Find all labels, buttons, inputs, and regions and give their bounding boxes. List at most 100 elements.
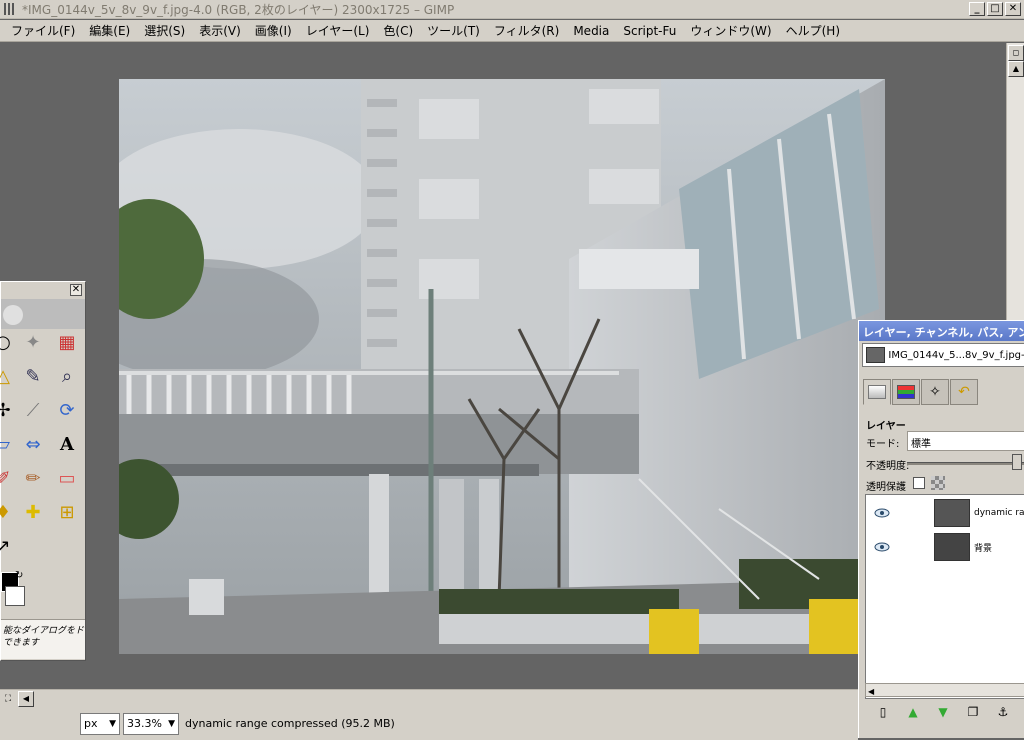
layer-name: 背景 <box>974 543 993 554</box>
menu-select[interactable]: 選択(S) <box>137 22 192 39</box>
menu-layer[interactable]: レイヤー(L) <box>299 22 377 39</box>
scissors-tool-icon[interactable]: △ <box>0 364 15 388</box>
undo-icon: ↶ <box>958 384 970 400</box>
zoom-fit-icon[interactable]: ◻ <box>1008 45 1024 61</box>
rotate-tool-icon[interactable]: ⟳ <box>55 398 79 422</box>
toolbox-hint-line1: 能なダイアログをド <box>3 626 85 636</box>
menu-edit[interactable]: 編集(E) <box>82 22 137 39</box>
lock-alpha-label: 透明保護 <box>866 482 906 493</box>
image-thumbnail <box>866 347 886 363</box>
paintbrush-tool-icon[interactable]: ✏ <box>21 466 45 490</box>
raise-layer-icon[interactable]: ▲ <box>903 703 923 721</box>
measure-tool-icon[interactable]: ⟋ <box>21 398 45 422</box>
text-tool-icon[interactable]: A <box>55 432 79 456</box>
channels-icon <box>897 385 915 399</box>
opacity-label: 不透明度: <box>866 461 910 472</box>
maximize-button[interactable]: □ <box>987 2 1003 16</box>
layer-thumbnail <box>934 499 970 527</box>
duplicate-layer-icon[interactable]: ❐ <box>963 703 983 721</box>
layer-list[interactable]: dynamic range compressed 背景 <box>865 494 1024 699</box>
layer-list-scrollbar[interactable]: ◀ <box>865 683 1024 697</box>
close-button[interactable]: ✕ <box>1005 2 1021 16</box>
visibility-eye-icon[interactable] <box>874 508 890 518</box>
zoom-value: 33.3% <box>127 717 162 730</box>
dock-title: レイヤー, チャンネル, パス, アンドゥ <box>859 321 1024 341</box>
scroll-up-arrow-icon[interactable]: ▲ <box>1008 61 1024 77</box>
layers-icon <box>868 385 886 399</box>
menu-image[interactable]: 画像(I) <box>248 22 299 39</box>
mode-selector[interactable]: 標準 <box>907 431 1024 451</box>
clone-tool-icon[interactable]: ⊞ <box>55 500 79 524</box>
wilber-eye-icon <box>3 305 23 325</box>
unit-value: px <box>84 717 98 730</box>
dropdown-arrow-icon: ▼ <box>109 718 116 729</box>
wilber-drop-area[interactable] <box>1 299 85 329</box>
lasso-tool-icon[interactable]: ○ <box>0 330 15 354</box>
fuzzy-select-tool-icon[interactable]: ✦ <box>21 330 45 354</box>
minimize-button[interactable]: _ <box>969 2 985 16</box>
dropdown-arrow-icon: ▼ <box>168 718 175 729</box>
menu-tools[interactable]: ツール(T) <box>420 22 487 39</box>
anchor-layer-icon[interactable]: ⚓ <box>993 703 1013 721</box>
image-canvas[interactable] <box>119 79 885 654</box>
menu-colors[interactable]: 色(C) <box>376 22 420 39</box>
airbrush-tool-icon[interactable]: ♦ <box>0 500 15 524</box>
mode-label: モード: <box>866 439 900 450</box>
toolbox-titlebar: ✕ <box>1 282 85 299</box>
layer-row[interactable]: dynamic range compressed <box>866 495 1024 531</box>
menu-view[interactable]: 表示(V) <box>192 22 248 39</box>
tab-paths[interactable]: ✧ <box>921 379 949 405</box>
color-picker-tool-icon[interactable]: ✎ <box>21 364 45 388</box>
gimp-app-icon <box>2 2 18 16</box>
layers-section-label: レイヤー <box>866 421 906 432</box>
new-layer-icon[interactable]: ▯ <box>873 703 893 721</box>
scroll-left-arrow-icon[interactable]: ◀ <box>18 690 34 707</box>
menu-file[interactable]: ファイル(F) <box>4 22 82 39</box>
shear-tool-icon[interactable]: ▱ <box>0 432 15 456</box>
opacity-slider-track[interactable] <box>907 462 1024 465</box>
image-selector[interactable]: IMG_0144v_5...8v_9v_f.jpg-4 <box>862 343 1024 367</box>
toolbox-dock-hint: 能なダイアログをド できます <box>1 619 85 659</box>
menu-windows[interactable]: ウィンドウ(W) <box>683 22 778 39</box>
transparency-icon <box>931 476 945 490</box>
zoom-selector[interactable]: 33.3% ▼ <box>123 712 179 735</box>
select-by-color-tool-icon[interactable]: ▦ <box>55 330 79 354</box>
flip-tool-icon[interactable]: ⇔ <box>21 432 45 456</box>
background-color-swatch[interactable] <box>5 586 25 606</box>
status-message: dynamic range compressed (95.2 MB) <box>185 717 395 730</box>
dock-tabs: ✧ ↶ <box>863 379 978 405</box>
toolbox-window: ✕ ○ ✦ ▦ △ ✎ ⌕ ✢ ⟋ ⟳ ▱ ⇔ A ✐ ✏ ▭ ♦ ✚ ⊞ ↗ … <box>0 281 86 661</box>
menu-filters[interactable]: フィルタ(R) <box>487 22 566 39</box>
smudge-tool-icon[interactable]: ↗ <box>0 534 15 558</box>
tab-layers[interactable] <box>863 379 891 405</box>
opacity-slider-handle[interactable] <box>1012 454 1022 470</box>
menu-help[interactable]: ヘルプ(H) <box>779 22 847 39</box>
photo-illustration <box>119 79 885 654</box>
window-title: *IMG_0144v_5v_8v_9v_f.jpg-4.0 (RGB, 2枚のレ… <box>22 2 455 17</box>
layer-row[interactable]: 背景 <box>866 529 1024 565</box>
scroll-left-arrow-icon[interactable]: ◀ <box>866 687 874 696</box>
tab-undo[interactable]: ↶ <box>950 379 978 405</box>
pencil-tool-icon[interactable]: ✐ <box>0 466 15 490</box>
swap-colors-icon[interactable]: ↻ <box>15 570 23 581</box>
zoom-tool-icon[interactable]: ⌕ <box>55 364 79 388</box>
visibility-eye-icon[interactable] <box>874 542 890 552</box>
eraser-tool-icon[interactable]: ▭ <box>55 466 79 490</box>
canvas-horizontal-scrollbar[interactable]: ⛶ ◀ <box>0 689 858 707</box>
heal-tool-icon[interactable]: ✚ <box>21 500 45 524</box>
menu-bar: ファイル(F) 編集(E) 選択(S) 表示(V) 画像(I) レイヤー(L) … <box>0 20 1024 42</box>
toolbox-close-button[interactable]: ✕ <box>70 284 82 296</box>
lower-layer-icon[interactable]: ▼ <box>933 703 953 721</box>
menu-media[interactable]: Media <box>566 24 616 38</box>
layer-thumbnail <box>934 533 970 561</box>
window-titlebar: *IMG_0144v_5v_8v_9v_f.jpg-4.0 (RGB, 2枚のレ… <box>0 0 1024 19</box>
unit-selector[interactable]: px ▼ <box>80 712 120 735</box>
move-tool-icon[interactable]: ✢ <box>0 398 15 422</box>
menu-script-fu[interactable]: Script-Fu <box>616 24 683 38</box>
lock-alpha-checkbox[interactable] <box>913 477 925 489</box>
fg-bg-colors[interactable]: ↻ <box>1 570 27 616</box>
navigate-icon[interactable]: ⛶ <box>0 691 16 707</box>
layers-dock: レイヤー, チャンネル, パス, アンドゥ IMG_0144v_5...8v_9… <box>858 320 1024 738</box>
layer-actions-bar: ▯ ▲ ▼ ❐ ⚓ <box>865 701 1024 723</box>
tab-channels[interactable] <box>892 379 920 405</box>
